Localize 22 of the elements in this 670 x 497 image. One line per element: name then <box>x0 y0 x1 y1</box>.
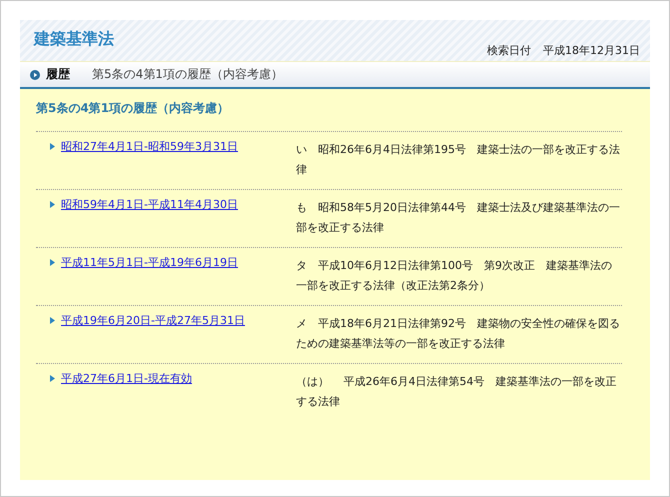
triangle-icon <box>50 143 55 150</box>
period-link[interactable]: 平成11年5月1日-平成19年6月19日 <box>61 255 238 270</box>
search-date: 平成18年12月31日 <box>543 43 640 58</box>
page-title: 建築基準法 <box>34 29 114 50</box>
period-link[interactable]: 昭和27年4月1日-昭和59年3月31日 <box>61 139 238 154</box>
period-link[interactable]: 平成19年6月20日-平成27年5月31日 <box>61 313 245 328</box>
play-circle-icon <box>30 70 40 80</box>
breadcrumb-text: 第5条の4第1項の履歴（内容考慮） <box>92 66 283 83</box>
amendment-text: タ 平成10年6月12日法律第100号 第9次改正 建築基準法の一部を改正する法律（改正法第2条分） <box>296 258 613 294</box>
breadcrumb-label: 履歴 <box>46 66 70 83</box>
search-date-label: 検索日付 <box>487 43 531 58</box>
amendment-text: （は） 平成26年6月4日法律第54号 建築基準法の一部を改正する法律 <box>296 374 618 410</box>
amendment-text: メ 平成18年6月21日法律第92号 建築物の安全性の確保を図るための建築基準法等の一部を改正する法律 <box>296 316 621 352</box>
triangle-icon <box>50 375 55 382</box>
triangle-icon <box>50 259 55 266</box>
triangle-icon <box>50 317 55 324</box>
triangle-icon <box>50 201 55 208</box>
period-link[interactable]: 昭和59年4月1日-平成11年4月30日 <box>61 197 238 212</box>
section-title: 第5条の4第1項の履歴（内容考慮） <box>36 100 230 117</box>
amendment-text: い 昭和26年6月4日法律第195号 建築士法の一部を改正する法律 <box>296 142 621 178</box>
period-link[interactable]: 平成27年6月1日-現在有効 <box>61 371 192 386</box>
amendment-text: も 昭和58年5月20日法律第44号 建築士法及び建築基準法の一部を改正する法律 <box>296 200 621 236</box>
